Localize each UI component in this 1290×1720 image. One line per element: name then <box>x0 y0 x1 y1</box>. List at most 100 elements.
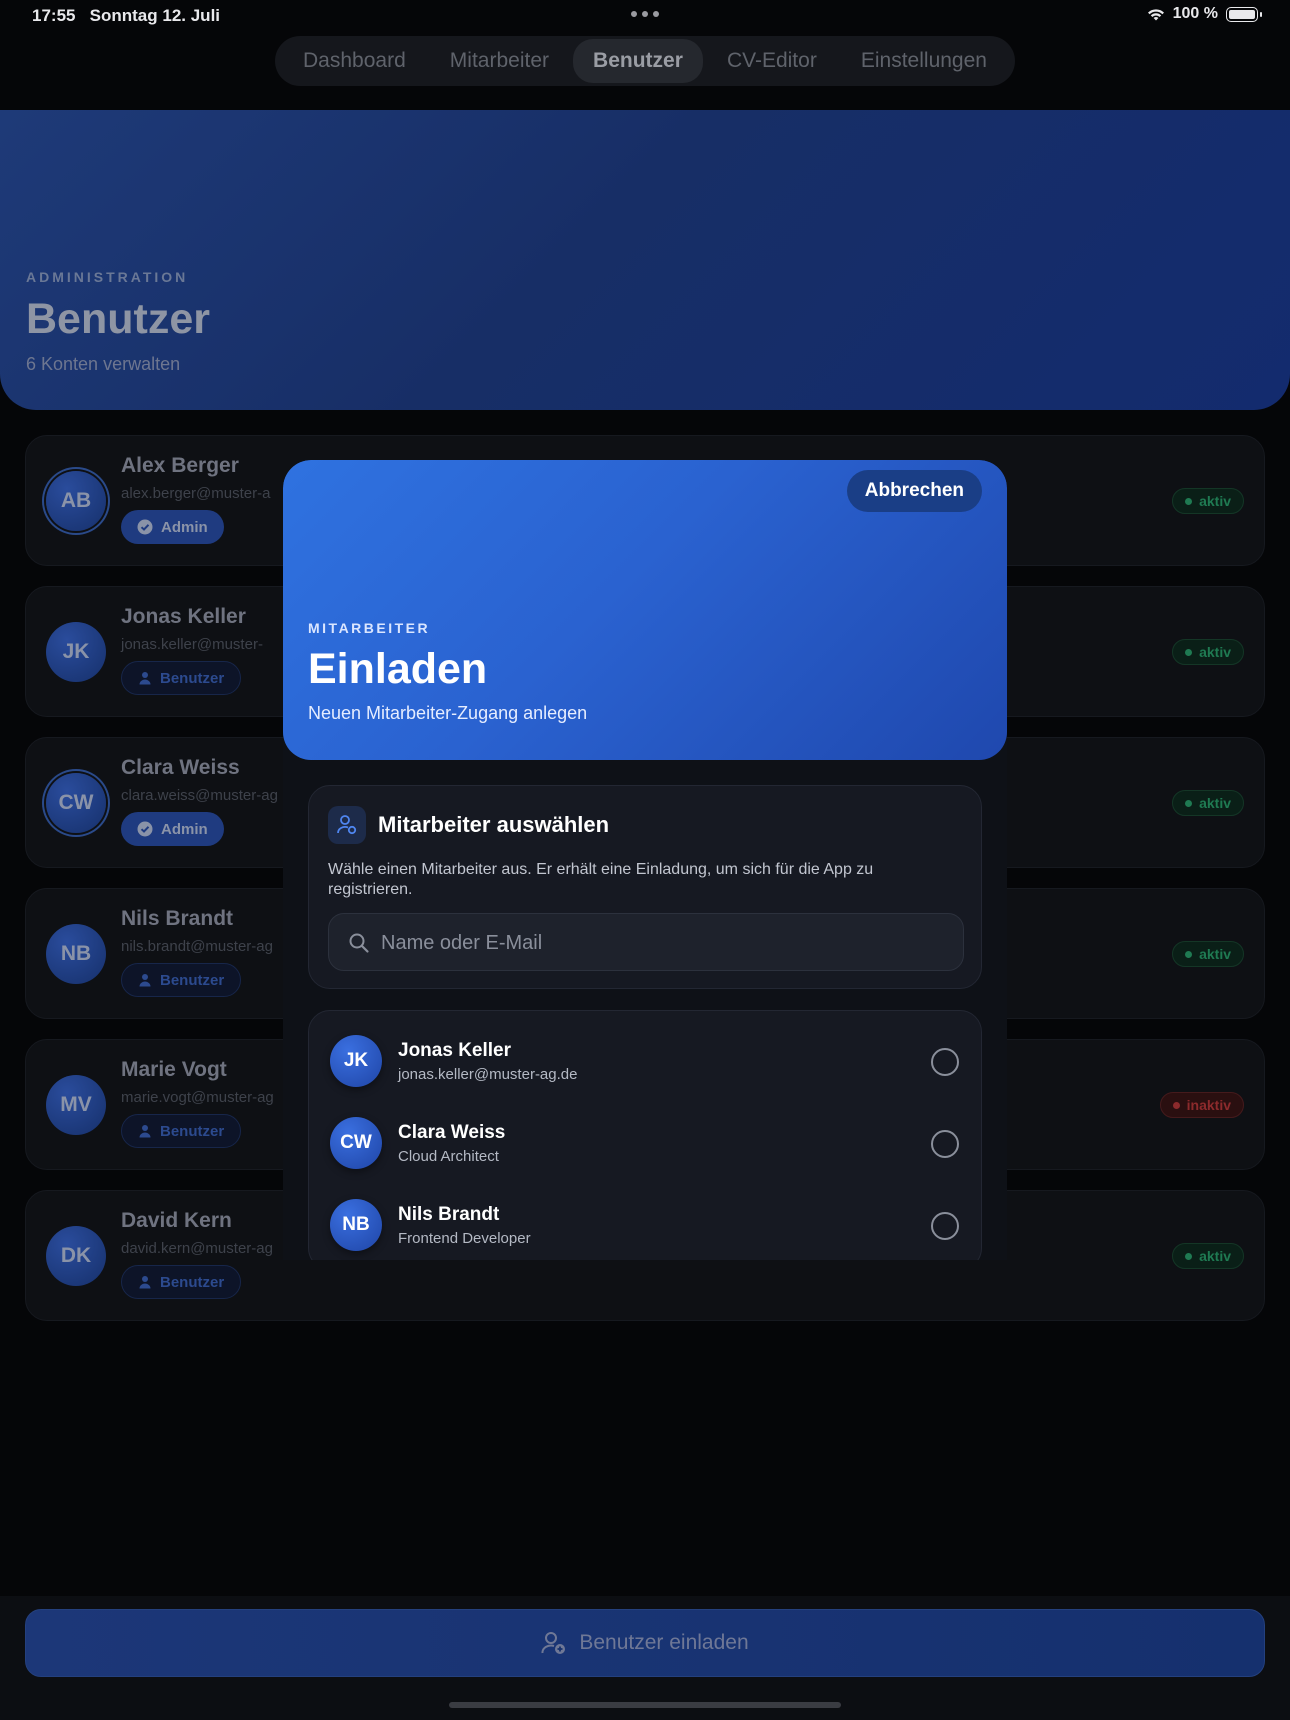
user-name: Nils Brandt <box>121 907 234 930</box>
status-badge: aktiv <box>1172 639 1244 665</box>
select-radio[interactable] <box>931 1212 959 1240</box>
page-title: Benutzer <box>26 295 210 343</box>
invite-modal: Abbrechen MITARBEITER Einladen Neuen Mit… <box>283 460 1007 1260</box>
select-radio[interactable] <box>931 1130 959 1158</box>
role-label: Benutzer <box>160 971 225 989</box>
page-subtitle: 6 Konten verwalten <box>26 354 181 374</box>
page-header: ADMINISTRATION Benutzer 6 Konten verwalt… <box>0 110 1290 410</box>
user-name: David Kern <box>121 1209 232 1232</box>
avatar: NB <box>330 1199 382 1251</box>
select-radio[interactable] <box>931 1048 959 1076</box>
user-name: Jonas Keller <box>121 605 246 628</box>
employee-name: Nils Brandt <box>398 1204 500 1225</box>
modal-subtitle: Neuen Mitarbeiter-Zugang anlegen <box>308 703 588 723</box>
role-label: Benutzer <box>160 1273 225 1291</box>
status-label: aktiv <box>1199 795 1231 811</box>
modal-eyebrow: MITARBEITER <box>308 620 431 636</box>
role-badge: Admin <box>121 812 224 846</box>
person-add-icon <box>541 1632 566 1654</box>
top-navigation: Dashboard Mitarbeiter Benutzer CV-Editor… <box>275 36 1015 86</box>
date: Sonntag 12. Juli <box>89 6 221 25</box>
person-icon <box>139 672 151 685</box>
status-badge: inaktiv <box>1159 1092 1244 1118</box>
user-email: marie.vogt@muster-ag <box>121 1089 274 1106</box>
home-indicator[interactable] <box>449 1702 841 1708</box>
employee-name: Clara Weiss <box>398 1122 506 1143</box>
tab-cv-editor[interactable]: CV-Editor <box>707 39 837 83</box>
status-indicators: 100 % <box>1147 5 1262 23</box>
status-label: inaktiv <box>1186 1097 1231 1113</box>
status-badge: aktiv <box>1172 1243 1244 1269</box>
invite-label: Benutzer einladen <box>579 1631 749 1654</box>
role-badge: Benutzer <box>121 1265 242 1299</box>
battery-percent: 100 % <box>1172 5 1218 22</box>
status-bar: 17:55 Sonntag 12. Juli 100 % <box>0 0 1290 30</box>
status-badge: aktiv <box>1172 488 1244 514</box>
verified-check-icon <box>137 821 153 837</box>
select-title: Mitarbeiter auswählen <box>378 812 610 837</box>
person-icon <box>139 1125 151 1138</box>
list-item[interactable]: JK Jonas Keller jonas.keller@muster-ag.d… <box>309 1023 983 1105</box>
verified-check-icon <box>137 519 153 535</box>
page-eyebrow: ADMINISTRATION <box>26 269 189 285</box>
list-item[interactable]: CW Clara Weiss Cloud Architect <box>309 1105 983 1187</box>
employee-subtitle: Cloud Architect <box>398 1148 499 1165</box>
avatar: NB <box>46 924 106 984</box>
person-icon <box>139 974 151 987</box>
avatar: MV <box>46 1075 106 1135</box>
list-item[interactable]: NB Nils Brandt Frontend Developer <box>309 1187 983 1260</box>
user-name: Alex Berger <box>121 454 239 477</box>
battery-icon <box>1226 6 1262 22</box>
avatar: CW <box>46 773 106 833</box>
status-time: 17:55 Sonntag 12. Juli <box>32 6 220 26</box>
status-label: aktiv <box>1199 1248 1231 1264</box>
role-label: Admin <box>161 518 208 536</box>
role-label: Benutzer <box>160 669 225 687</box>
avatar: JK <box>46 622 106 682</box>
user-email: david.kern@muster-ag <box>121 1240 273 1257</box>
cancel-button[interactable]: Abbrechen <box>846 470 982 512</box>
role-badge: Benutzer <box>121 963 242 997</box>
search-input[interactable] <box>381 928 941 958</box>
invite-user-button[interactable]: Benutzer einladen <box>25 1609 1265 1677</box>
avatar: JK <box>330 1035 382 1087</box>
role-label: Admin <box>161 820 208 838</box>
select-description: Wähle einen Mitarbeiter aus. Er erhält e… <box>328 861 874 898</box>
search-field[interactable] <box>328 913 964 971</box>
status-label: aktiv <box>1199 644 1231 660</box>
person-icon <box>139 1276 151 1289</box>
role-badge: Benutzer <box>121 661 242 695</box>
user-email: jonas.keller@muster- <box>121 636 263 653</box>
modal-title: Einladen <box>308 645 488 693</box>
clock: 17:55 <box>32 6 76 25</box>
role-badge: Benutzer <box>121 1114 242 1148</box>
avatar: DK <box>46 1226 106 1286</box>
user-email: clara.weiss@muster-ag <box>121 787 278 804</box>
multitasking-dots-icon[interactable] <box>631 11 659 17</box>
wifi-icon <box>1147 9 1164 21</box>
person-settings-icon <box>328 806 366 844</box>
tab-mitarbeiter[interactable]: Mitarbeiter <box>430 39 569 83</box>
tab-einstellungen[interactable]: Einstellungen <box>841 39 1007 83</box>
avatar: CW <box>330 1117 382 1169</box>
tab-dashboard[interactable]: Dashboard <box>283 39 426 83</box>
role-badge: Admin <box>121 510 224 544</box>
status-label: aktiv <box>1199 493 1231 509</box>
employee-list: JK Jonas Keller jonas.keller@muster-ag.d… <box>308 1010 982 1260</box>
user-name: Marie Vogt <box>121 1058 227 1081</box>
search-icon <box>349 933 369 953</box>
user-email: nils.brandt@muster-ag <box>121 938 273 955</box>
status-label: aktiv <box>1199 946 1231 962</box>
employee-select-card: Mitarbeiter auswählen Wähle einen Mitarb… <box>308 785 982 989</box>
avatar: AB <box>46 471 106 531</box>
employee-name: Jonas Keller <box>398 1040 511 1061</box>
employee-subtitle: Frontend Developer <box>398 1230 531 1247</box>
user-email: alex.berger@muster-a <box>121 485 271 502</box>
status-badge: aktiv <box>1172 941 1244 967</box>
role-label: Benutzer <box>160 1122 225 1140</box>
modal-header: Abbrechen MITARBEITER Einladen Neuen Mit… <box>283 460 1007 760</box>
tab-benutzer[interactable]: Benutzer <box>573 39 703 83</box>
employee-subtitle: jonas.keller@muster-ag.de <box>398 1066 578 1083</box>
status-badge: aktiv <box>1172 790 1244 816</box>
user-name: Clara Weiss <box>121 756 240 779</box>
